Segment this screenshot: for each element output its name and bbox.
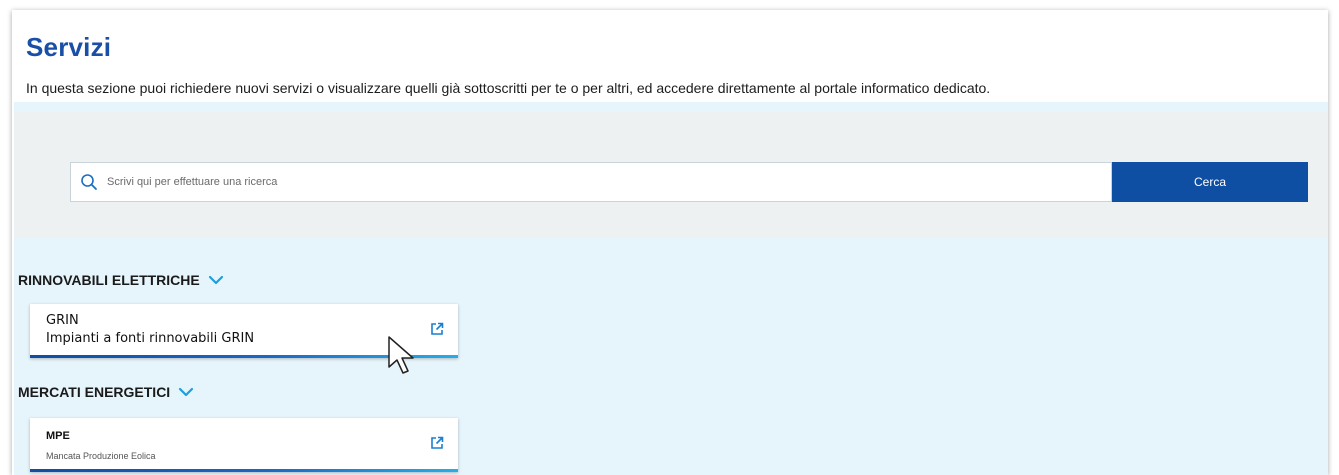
service-card-mpe[interactable]: MPE Mancata Produzione Eolica bbox=[30, 418, 458, 472]
service-code: MPE bbox=[46, 430, 70, 442]
external-link-icon[interactable] bbox=[430, 322, 444, 336]
service-name: Mancata Produzione Eolica bbox=[46, 451, 156, 461]
search-input[interactable] bbox=[107, 164, 1111, 200]
category-title: RINNOVABILI ELETTRICHE bbox=[18, 272, 200, 288]
search-icon bbox=[71, 163, 107, 201]
category-rinnovabili-elettriche[interactable]: RINNOVABILI ELETTRICHE bbox=[18, 272, 224, 288]
category-mercati-energetici[interactable]: MERCATI ENERGETICI bbox=[18, 384, 194, 400]
service-code: GRIN bbox=[46, 313, 79, 328]
external-link-icon[interactable] bbox=[430, 436, 444, 450]
search-panel: Cerca bbox=[14, 112, 1328, 238]
search-box[interactable] bbox=[70, 162, 1112, 202]
card-accent-bar bbox=[30, 469, 458, 472]
services-content: Cerca RINNOVABILI ELETTRICHE GRIN Impian… bbox=[14, 102, 1328, 475]
page-intro: In questa sezione puoi richiedere nuovi … bbox=[26, 80, 991, 96]
services-page: Servizi In questa sezione puoi richieder… bbox=[12, 10, 1328, 475]
chevron-down-icon[interactable] bbox=[208, 274, 224, 286]
service-name: Impianti a fonti rinnovabili GRIN bbox=[46, 331, 255, 346]
search-button[interactable]: Cerca bbox=[1112, 162, 1308, 202]
category-title: MERCATI ENERGETICI bbox=[18, 384, 171, 400]
mouse-pointer-icon bbox=[387, 335, 417, 379]
page-title: Servizi bbox=[26, 32, 112, 62]
chevron-down-icon[interactable] bbox=[178, 386, 194, 398]
